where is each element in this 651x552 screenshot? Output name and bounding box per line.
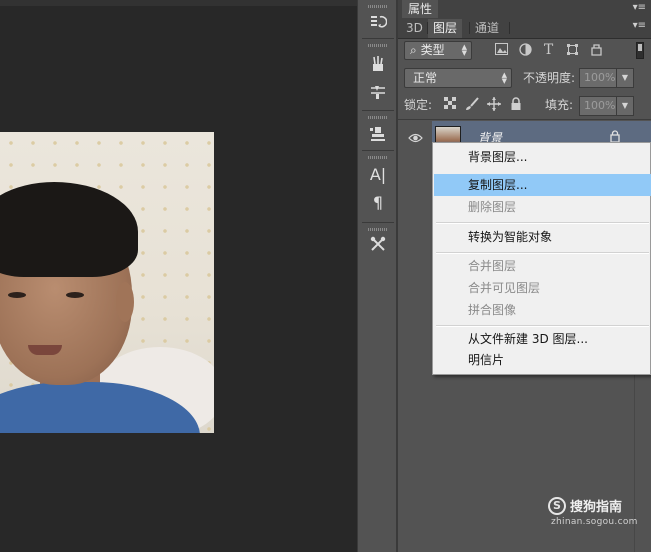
blend-mode-value: 正常 xyxy=(413,71,438,85)
sogou-watermark: S 搜狗指南 zhinan.sogou.com xyxy=(548,495,648,531)
tab-channels[interactable]: 通道 xyxy=(470,19,504,38)
tab-layers[interactable]: 图层 xyxy=(428,19,463,38)
panel-grip[interactable] xyxy=(368,116,388,119)
blend-row: 正常 ▲ ▼ 不透明度: 100% ▼ xyxy=(398,66,651,90)
eye-icon xyxy=(408,133,423,143)
menu-item-delete-layer: 删除图层 xyxy=(468,200,517,214)
history-icon[interactable] xyxy=(365,10,391,34)
clone-source-icon[interactable] xyxy=(365,122,391,146)
layers-tab-bar: 3D 图层 通道 ▾≡ xyxy=(398,18,651,39)
menu-item-convert-smart-object[interactable]: 转换为智能对象 xyxy=(434,226,651,248)
search-icon: ⌕ xyxy=(410,43,417,57)
photo-eye-left xyxy=(8,292,26,298)
blend-mode-select[interactable]: 正常 ▲ ▼ xyxy=(404,68,512,88)
character-icon[interactable]: A| xyxy=(365,162,391,186)
brush-presets-icon[interactable] xyxy=(365,52,391,76)
lock-row: 锁定: 填充: 100% ▼ xyxy=(398,94,651,118)
filter-toggle-switch[interactable] xyxy=(636,42,644,59)
menu-separator xyxy=(436,222,649,224)
menu-item-duplicate-layer[interactable]: 复制图层... xyxy=(434,174,651,196)
menu-item-background-layer[interactable]: 背景图层... xyxy=(434,146,651,168)
watermark-url: zhinan.sogou.com xyxy=(551,517,638,527)
properties-panel-header: 属性 ▾≡ xyxy=(398,0,651,19)
lock-image-pixels-icon[interactable] xyxy=(464,97,480,113)
menu-item-flatten-image: 拼合图像 xyxy=(468,303,517,317)
tab-properties[interactable]: 属性 xyxy=(402,0,439,18)
fill-field[interactable]: 100% xyxy=(579,96,617,116)
menu-separator xyxy=(436,252,649,254)
lock-all-icon[interactable] xyxy=(508,97,524,113)
shape-filter-icon[interactable] xyxy=(565,43,580,58)
adjustment-filter-icon[interactable] xyxy=(518,43,533,58)
sogou-logo-icon: S xyxy=(548,497,566,515)
strip-divider xyxy=(362,110,394,111)
panel-grip[interactable] xyxy=(368,156,388,159)
menu-item-merge-layers: 合并图层 xyxy=(468,259,517,273)
opacity-field[interactable]: 100% xyxy=(579,68,617,88)
opacity-label: 不透明度: xyxy=(523,71,576,85)
fill-label: 填充: xyxy=(545,98,574,112)
type-filter-icon[interactable]: T xyxy=(541,43,556,58)
lock-position-icon[interactable] xyxy=(486,97,502,113)
filter-kind-select[interactable]: ⌕ 类型 ▲ ▼ xyxy=(404,41,472,60)
lock-label: 锁定: xyxy=(404,98,433,112)
portrait-photo[interactable] xyxy=(0,132,214,433)
strip-divider xyxy=(362,38,394,39)
lock-transparent-pixels-icon[interactable] xyxy=(442,97,458,113)
updown-arrow-icon: ▲ ▼ xyxy=(461,43,467,57)
menu-item-new-3d-layer-from-file[interactable]: 从文件新建 3D 图层... xyxy=(434,328,651,350)
canvas-top-border xyxy=(0,0,357,6)
paragraph-icon[interactable]: ¶ xyxy=(365,190,391,214)
updown-arrow-icon: ▲ ▼ xyxy=(501,71,507,85)
tool-presets-icon[interactable] xyxy=(365,232,391,256)
menu-item-postcard[interactable]: 明信片 xyxy=(434,349,651,371)
panel-grip[interactable] xyxy=(368,44,388,47)
layer-filter-row: ⌕ 类型 ▲ ▼ T xyxy=(398,40,651,64)
photo-ear xyxy=(116,282,134,322)
layer-visibility-toggle[interactable] xyxy=(398,121,432,157)
brush-settings-icon[interactable] xyxy=(365,80,391,104)
filter-kind-label: 类型 xyxy=(420,43,445,57)
panel-menu-icon[interactable]: ▾≡ xyxy=(633,2,646,13)
opacity-dropdown-button[interactable]: ▼ xyxy=(617,68,634,88)
menu-separator xyxy=(436,325,649,327)
pixel-layer-filter-icon[interactable] xyxy=(494,43,509,58)
watermark-title: 搜狗指南 xyxy=(570,500,623,515)
panel-menu-icon[interactable]: ▾≡ xyxy=(633,20,646,31)
menu-item-merge-visible: 合并可见图层 xyxy=(468,281,541,295)
tab-3d[interactable]: 3D xyxy=(401,19,428,38)
photo-eye-right xyxy=(66,292,84,298)
panel-grip[interactable] xyxy=(368,5,388,8)
panel-grip[interactable] xyxy=(368,228,388,231)
strip-divider xyxy=(362,150,394,151)
collapsed-panel-strip: A| ¶ xyxy=(357,0,397,552)
tab-divider xyxy=(509,22,510,34)
photo-mouth xyxy=(28,345,62,355)
smart-object-filter-icon[interactable] xyxy=(589,43,604,58)
fill-dropdown-button[interactable]: ▼ xyxy=(617,96,634,116)
strip-divider xyxy=(362,222,394,223)
layer-context-menu: 背景图层... 复制图层... 删除图层 转换为智能对象 合并图层 合并可见图层… xyxy=(432,142,651,375)
panel-divider xyxy=(398,119,651,120)
